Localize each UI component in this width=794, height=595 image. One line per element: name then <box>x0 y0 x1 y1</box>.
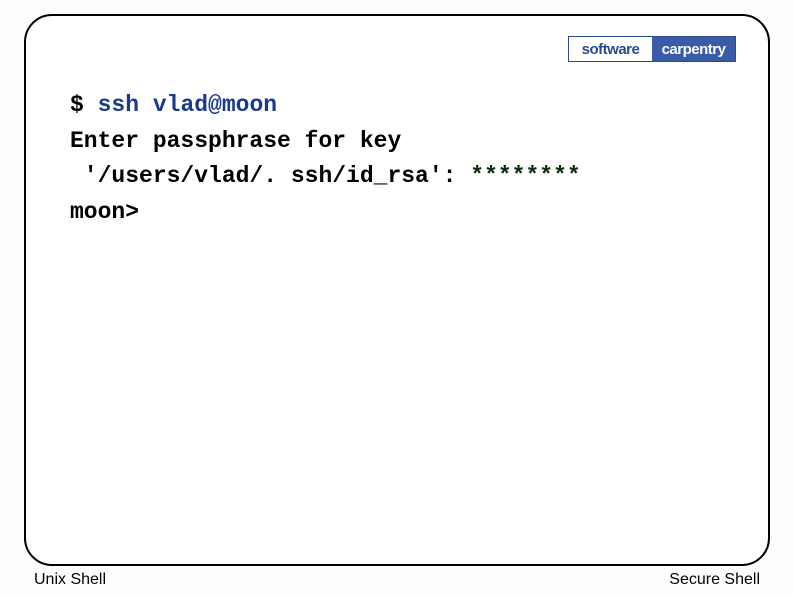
logo-left-text: software <box>569 37 652 61</box>
prompt-symbol: $ <box>70 92 84 118</box>
terminal-line-3: '/users/vlad/. ssh/id_rsa': ******** <box>70 159 724 195</box>
footer-left: Unix Shell <box>34 571 106 589</box>
passphrase-prompt-2: '/users/vlad/. ssh/id_rsa': <box>70 163 470 189</box>
logo: software carpentry <box>568 36 736 62</box>
terminal-line-1: $ ssh vlad@moon <box>70 88 724 124</box>
remote-prompt: moon> <box>70 199 139 225</box>
logo-right-text: carpentry <box>652 37 735 61</box>
slide-frame: software carpentry $ ssh vlad@moon Enter… <box>24 14 770 566</box>
passphrase-prompt-1: Enter passphrase for key <box>70 128 401 154</box>
ssh-command: ssh vlad@moon <box>98 92 277 118</box>
terminal-output: $ ssh vlad@moon Enter passphrase for key… <box>70 88 724 231</box>
terminal-line-2: Enter passphrase for key <box>70 124 724 160</box>
terminal-line-4: moon> <box>70 195 724 231</box>
footer-right: Secure Shell <box>669 571 760 589</box>
footer: Unix Shell Secure Shell <box>34 571 760 589</box>
password-masked: ******** <box>470 163 580 189</box>
